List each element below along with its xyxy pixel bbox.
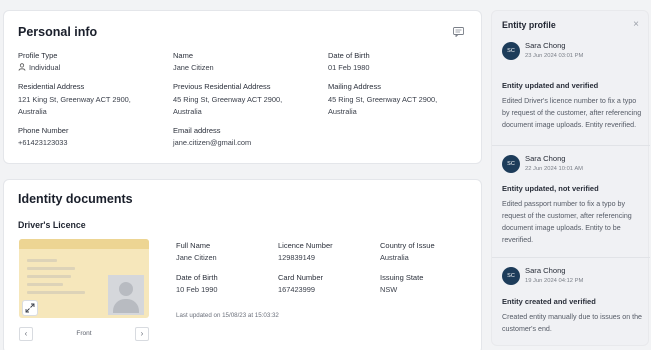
- full-name-label: Full Name: [176, 241, 211, 250]
- divider: [492, 257, 650, 258]
- prev-page-button[interactable]: ‹: [19, 327, 33, 341]
- mailing-address-line2: Australia: [328, 107, 357, 116]
- previous-address-line1: 45 Ring St, Greenway ACT 2900,: [173, 95, 283, 104]
- country-label: Country of Issue: [380, 241, 435, 250]
- entry-body: Edited Driver's licence number to fix a …: [502, 97, 642, 129]
- issuing-state-value: NSW: [380, 285, 398, 294]
- doc-dob-value: 10 Feb 1990: [176, 285, 218, 294]
- next-page-button[interactable]: ›: [135, 327, 149, 341]
- avatar: SC: [502, 42, 520, 60]
- mailing-address-label: Mailing Address: [328, 82, 381, 91]
- licence-header-band: [19, 239, 149, 249]
- entry-author: Sara Chong: [525, 154, 566, 163]
- licence-text-line: [27, 283, 63, 286]
- profile-type-label: Profile Type: [18, 51, 58, 60]
- previous-address-line2: Australia: [173, 107, 202, 116]
- card-number-value: 167423999: [278, 285, 315, 294]
- entry-heading: Entity updated and verified: [502, 81, 599, 90]
- entity-profile-panel: Entity profile × SC Sara Chong 23 Jun 20…: [491, 10, 650, 346]
- email-value: jane.citizen@gmail.com: [173, 138, 252, 147]
- licence-number-value: 129839149: [278, 253, 315, 262]
- doc-dob-label: Date of Birth: [176, 273, 218, 282]
- name-label: Name: [173, 51, 194, 60]
- divider: [492, 145, 650, 146]
- card-number-label: Card Number: [278, 273, 324, 282]
- drivers-licence-title: Driver's Licence: [18, 220, 86, 230]
- avatar: SC: [502, 267, 520, 285]
- expand-icon: [25, 303, 35, 313]
- entry-date: 23 Jun 2024 03:01 PM: [525, 53, 584, 59]
- country-value: Australia: [380, 253, 409, 262]
- identity-documents-card: Identity documents Driver's Licence Fron…: [3, 179, 482, 350]
- person-icon: [18, 63, 26, 71]
- chat-bubble-icon[interactable]: [453, 27, 464, 37]
- mailing-address-line1: 45 Ring St, Greenway ACT 2900,: [328, 95, 438, 104]
- dob-label: Date of Birth: [328, 51, 370, 60]
- full-name-value: Jane Citizen: [176, 253, 217, 262]
- entry-heading: Entity updated, not verified: [502, 184, 599, 193]
- licence-image[interactable]: [19, 239, 149, 318]
- phone-label: Phone Number: [18, 126, 69, 135]
- entity-profile-title: Entity profile: [502, 20, 556, 30]
- identity-documents-title: Identity documents: [18, 192, 133, 206]
- residential-address-line1: 121 King St, Greenway ACT 2900,: [18, 95, 131, 104]
- close-icon[interactable]: ×: [633, 19, 639, 30]
- entry-heading: Entity created and verified: [502, 297, 596, 306]
- profile-type-value: Individual: [18, 62, 60, 74]
- personal-info-title: Personal info: [18, 25, 98, 39]
- expand-button[interactable]: [23, 301, 37, 315]
- licence-photo-head: [119, 282, 133, 296]
- entry-date: 22 Jun 2024 10:01 AM: [525, 166, 584, 172]
- residential-address-label: Residential Address: [18, 82, 85, 91]
- name-value: Jane Citizen: [173, 63, 214, 72]
- profile-type-text: Individual: [29, 63, 61, 72]
- previous-address-label: Previous Residential Address: [173, 82, 271, 91]
- entry-body: Edited passport number to fix a typo by …: [502, 200, 632, 244]
- issuing-state-label: Issuing State: [380, 273, 424, 282]
- licence-text-line: [27, 259, 57, 262]
- entry-author: Sara Chong: [525, 266, 566, 275]
- avatar: SC: [502, 155, 520, 173]
- entry-body: Created entity manually due to issues on…: [502, 313, 642, 333]
- last-updated-text: Last updated on 15/08/23 at 15:03:32: [176, 312, 279, 319]
- entry-date: 19 Jun 2024 04:12 PM: [525, 278, 584, 284]
- entry-author: Sara Chong: [525, 41, 566, 50]
- licence-text-line: [27, 275, 71, 278]
- licence-text-line: [27, 291, 85, 294]
- personal-info-card: Personal info Profile Type Individual Na…: [3, 10, 482, 164]
- licence-pager: Front ‹ ›: [19, 327, 149, 345]
- dob-value: 01 Feb 1980: [328, 63, 370, 72]
- pager-label: Front: [76, 330, 92, 337]
- phone-value: +61423123033: [18, 138, 68, 147]
- email-label: Email address: [173, 126, 221, 135]
- licence-text-line: [27, 267, 75, 270]
- residential-address-line2: Australia: [18, 107, 47, 116]
- licence-number-label: Licence Number: [278, 241, 333, 250]
